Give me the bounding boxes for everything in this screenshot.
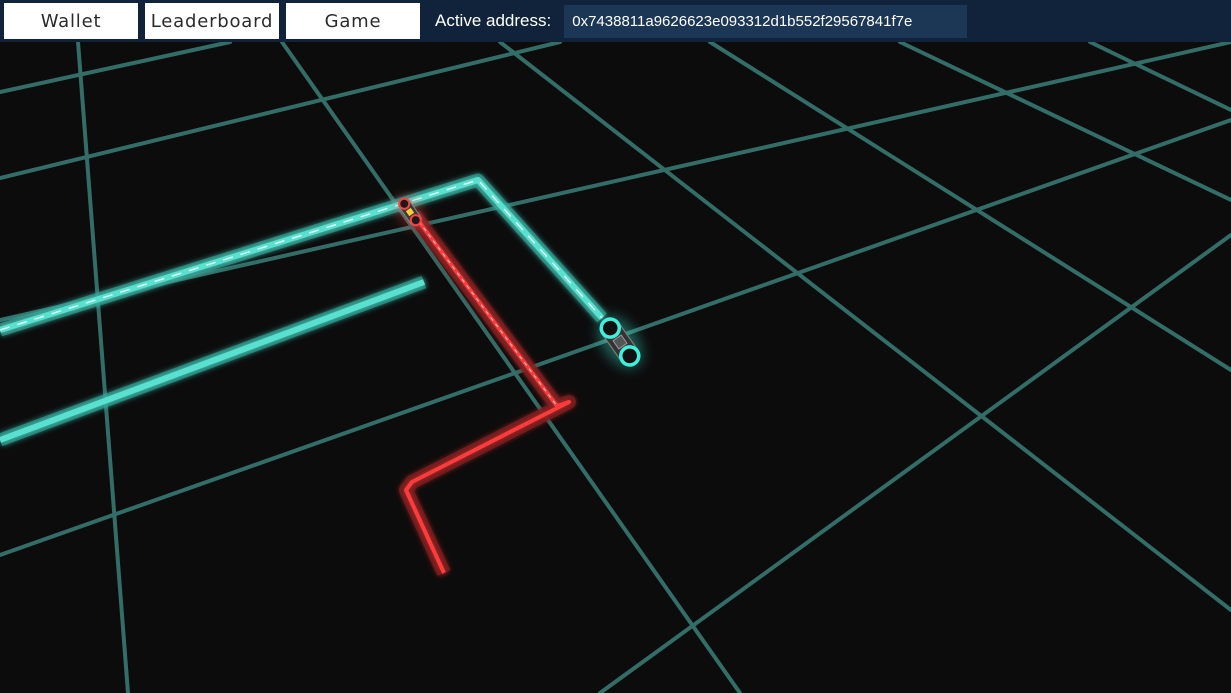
game-button[interactable]: Game — [286, 3, 420, 39]
active-address-field[interactable] — [564, 4, 968, 38]
wallet-button[interactable]: Wallet — [4, 3, 138, 39]
active-address-label: Active address: — [435, 11, 552, 30]
game-arena[interactable] — [0, 0, 1231, 693]
top-toolbar: Wallet Leaderboard Game Active address: — [0, 0, 1231, 42]
leaderboard-button[interactable]: Leaderboard — [145, 3, 279, 39]
